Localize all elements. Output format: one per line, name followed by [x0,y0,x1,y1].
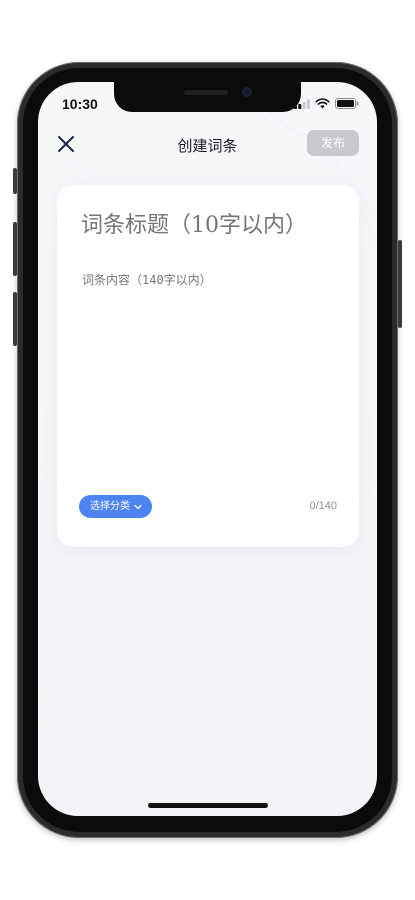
select-category-button[interactable]: 选择分类 [79,495,152,518]
screen: 10:30 创建词条 发布 选择分类 [38,82,377,816]
entry-content-input[interactable] [82,271,342,471]
front-camera [242,87,252,97]
character-count: 0/140 [309,500,337,512]
battery-icon [335,98,359,109]
entry-editor-card: 选择分类 0/140 [57,185,359,547]
notch [114,82,301,112]
speaker-grille [184,90,228,95]
select-category-label: 选择分类 [90,501,130,512]
entry-title-input[interactable] [81,213,341,238]
wifi-icon [315,98,330,109]
chevron-down-icon [134,504,142,509]
volume-up-button [13,222,17,276]
power-button [398,240,402,328]
volume-down-button [13,292,17,346]
home-indicator[interactable] [148,803,268,808]
status-time: 10:30 [62,96,98,112]
mute-switch [13,168,17,194]
cellular-signal-icon [294,99,310,109]
publish-button[interactable]: 发布 [307,130,359,156]
status-icons [294,98,359,109]
